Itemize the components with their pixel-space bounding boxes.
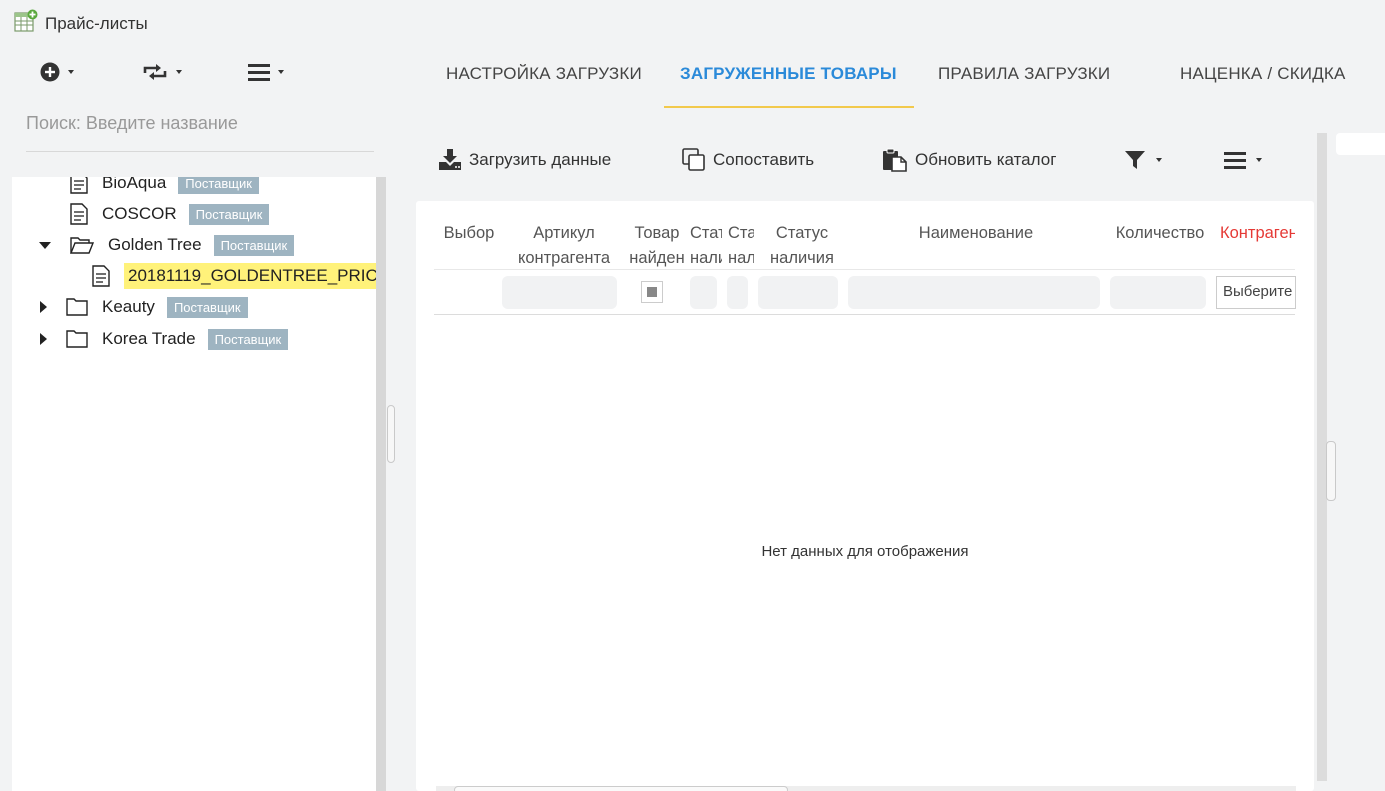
tree-node-keauty[interactable]: Keauty Поставщик xyxy=(36,293,248,321)
tree-scrollbar[interactable] xyxy=(376,177,386,791)
download-icon xyxy=(439,149,461,170)
sync-dropdown-button[interactable] xyxy=(142,56,182,88)
tree-node-label: Keauty xyxy=(102,297,155,316)
tab-label: ЗАГРУЖЕННЫЕ ТОВАРЫ xyxy=(680,64,897,83)
tab-label: ПРАВИЛА ЗАГРУЗКИ xyxy=(938,64,1111,83)
filter-article-input[interactable] xyxy=(502,276,617,309)
tree-node-golden-tree[interactable]: Golden Tree Поставщик xyxy=(38,231,295,259)
document-icon xyxy=(70,177,88,194)
load-data-button[interactable]: Загрузить данные xyxy=(438,138,611,182)
match-button[interactable]: Сопоставить xyxy=(682,138,814,182)
tree-panel: BioAqua Поставщик COSCOR Поставщик Golde… xyxy=(12,177,376,791)
tree-toolbar xyxy=(12,56,382,92)
filter-contractor-select[interactable]: Выберите ⌄ xyxy=(1216,276,1296,309)
filter-status-2[interactable] xyxy=(727,276,748,309)
chevron-down-icon xyxy=(278,70,284,74)
update-catalog-label: Обновить каталог xyxy=(915,150,1057,169)
column-header-status-1[interactable]: Статусналичия xyxy=(690,221,722,271)
collapse-arrow-icon[interactable] xyxy=(38,241,52,249)
empty-message: Нет данных для отображения xyxy=(761,543,969,560)
copy-icon xyxy=(682,148,705,171)
app-header: Прайс-листы xyxy=(0,0,1385,46)
tab-load-rules[interactable]: ПРАВИЛА ЗАГРУЗКИ xyxy=(938,64,1128,108)
column-header-select[interactable]: Выбор xyxy=(436,221,502,246)
tree-node-label: Golden Tree xyxy=(108,235,202,254)
splitter-handle[interactable] xyxy=(387,405,395,463)
supplier-badge: Поставщик xyxy=(188,203,270,225)
plus-circle-icon xyxy=(40,62,60,82)
expand-arrow-icon[interactable] xyxy=(36,333,50,345)
filter-status-1[interactable] xyxy=(690,276,717,309)
tree-node-coscor[interactable]: COSCOR Поставщик xyxy=(70,200,270,228)
grid-menu-button[interactable] xyxy=(1224,138,1262,182)
tree-node-label: Korea Trade xyxy=(102,329,196,348)
filter-availability-input[interactable] xyxy=(758,276,838,309)
update-catalog-button[interactable]: Обновить каталог xyxy=(882,138,1056,182)
filter-divider xyxy=(434,314,1295,315)
paste-icon xyxy=(883,148,907,172)
filter-found-checkbox[interactable] xyxy=(641,281,663,303)
filter-icon xyxy=(1125,151,1145,169)
chevron-down-icon xyxy=(176,70,182,74)
supplier-badge: Поставщик xyxy=(213,234,295,256)
match-label: Сопоставить xyxy=(713,150,815,169)
tree-menu-button[interactable] xyxy=(248,56,284,88)
document-icon xyxy=(92,265,110,287)
hamburger-icon xyxy=(248,64,270,81)
column-header-quantity[interactable]: Количество xyxy=(1110,221,1210,246)
tab-label: НАСТРОЙКА ЗАГРУЗКИ xyxy=(446,64,642,83)
chevron-down-icon xyxy=(1256,158,1262,162)
tab-markup-discount[interactable]: НАЦЕНКА / СКИДКА xyxy=(1180,64,1360,108)
tab-loaded-goods[interactable]: ЗАГРУЖЕННЫЕ ТОВАРЫ xyxy=(664,64,914,108)
tree-node-label: BioAqua xyxy=(102,177,167,192)
tab-load-settings[interactable]: НАСТРОЙКА ЗАГРУЗКИ xyxy=(446,64,646,108)
tree-node-bioaqua[interactable]: BioAqua Поставщик xyxy=(70,177,259,197)
tree-node-label: COSCOR xyxy=(102,204,177,223)
folder-icon xyxy=(66,298,88,316)
main-splitter-handle[interactable] xyxy=(1326,441,1336,501)
column-header-status-2[interactable]: Статусналичия xyxy=(728,221,754,271)
header-divider xyxy=(434,269,1295,270)
column-header-contractor-article[interactable]: Артикул контрагента xyxy=(510,221,618,271)
column-header-name[interactable]: Наименование xyxy=(848,221,1104,246)
selected-file-label: 20181119_GOLDENTREE_PRICELIST xyxy=(124,263,376,289)
add-dropdown-button[interactable] xyxy=(40,56,74,88)
chevron-down-icon xyxy=(68,70,74,74)
retweet-icon xyxy=(143,64,167,80)
goods-grid: Выбор Артикул контрагента Товар найден Ста… xyxy=(416,201,1314,791)
app-title: Прайс-листы xyxy=(45,14,148,33)
price-list-icon xyxy=(14,9,38,32)
supplier-badge: Поставщик xyxy=(178,177,259,194)
chevron-down-icon xyxy=(1156,158,1162,162)
hamburger-icon xyxy=(1224,152,1246,169)
main-toolbar: Загрузить данные Сопоставить Обновить ка… xyxy=(416,138,1296,182)
filter-dropdown-button[interactable] xyxy=(1124,138,1162,182)
filter-quantity-input[interactable] xyxy=(1110,276,1206,309)
folder-open-icon xyxy=(70,237,94,254)
search-container xyxy=(26,104,374,152)
tree-node-korea-trade[interactable]: Korea Trade Поставщик xyxy=(36,325,289,353)
column-header-availability-status[interactable]: Статус наличия xyxy=(762,221,842,271)
column-header-product-found[interactable]: Товар найден xyxy=(628,221,686,271)
grid-hscroll-thumb[interactable] xyxy=(454,786,788,791)
supplier-badge: Поставщик xyxy=(166,296,248,318)
panel-splitter xyxy=(386,177,396,791)
load-data-label: Загрузить данные xyxy=(469,150,612,169)
tree-node-pricelist-file[interactable]: 20181119_GOLDENTREE_PRICELIST xyxy=(92,262,376,290)
folder-icon xyxy=(66,330,88,348)
document-icon xyxy=(70,203,88,225)
side-panel-stub xyxy=(1336,133,1385,155)
column-header-contractor[interactable]: Контрагент xyxy=(1220,221,1295,246)
filter-name-input[interactable] xyxy=(848,276,1100,309)
search-input[interactable] xyxy=(26,104,374,142)
supplier-badge: Поставщик xyxy=(207,328,289,350)
tab-label: НАЦЕНКА / СКИДКА xyxy=(1180,64,1346,83)
expand-arrow-icon[interactable] xyxy=(36,301,50,313)
